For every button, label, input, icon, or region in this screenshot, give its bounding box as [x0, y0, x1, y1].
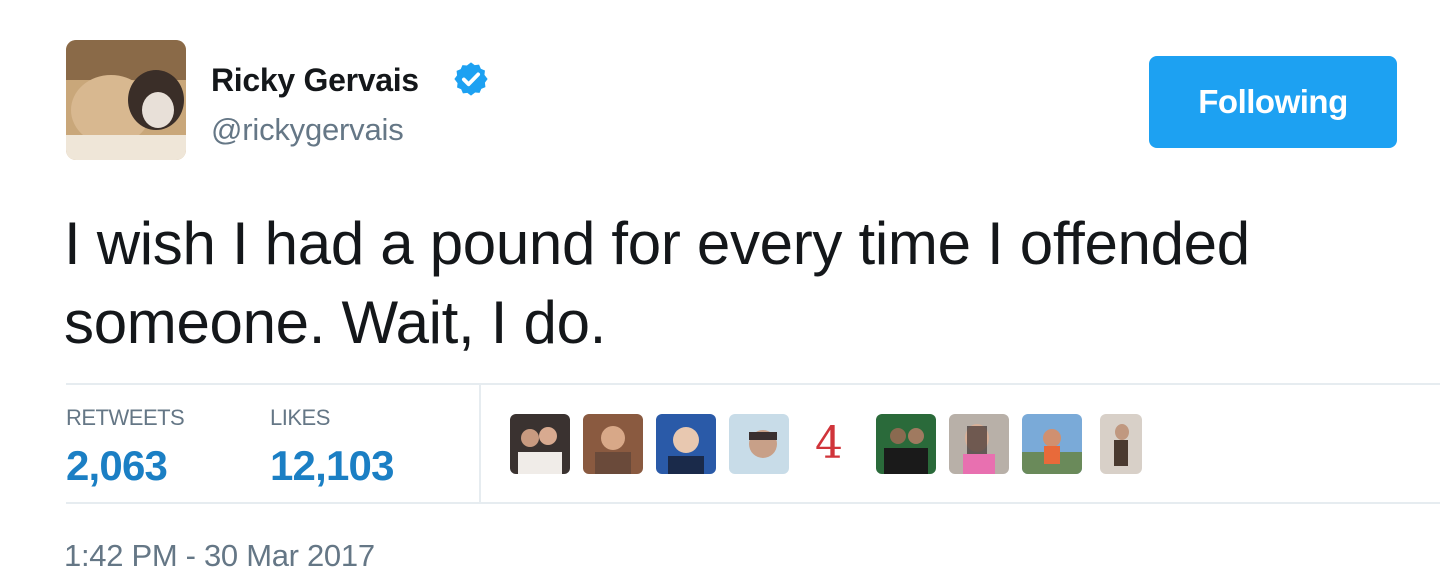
liker-avatar[interactable]	[583, 414, 643, 474]
liker-avatar[interactable]	[949, 414, 1009, 474]
likes-count: 12,103	[270, 442, 394, 489]
author-handle[interactable]: @rickygervais	[211, 112, 404, 148]
liker-avatar[interactable]	[510, 414, 570, 474]
liker-avatar[interactable]	[1100, 414, 1142, 474]
liker-avatar[interactable]	[729, 414, 789, 474]
likes-stat[interactable]: LIKES 12,103	[270, 404, 394, 488]
likes-label: LIKES	[270, 405, 330, 430]
retweets-label: RETWEETS	[66, 405, 185, 430]
liker-avatar[interactable]	[876, 414, 936, 474]
tweet-card: Ricky Gervais @rickygervais Following I …	[0, 0, 1440, 588]
liker-avatar[interactable]	[656, 414, 716, 474]
author-avatar[interactable]	[66, 40, 186, 160]
following-button[interactable]: Following	[1149, 56, 1397, 148]
tweet-text-line: someone. Wait, I do.	[64, 289, 607, 356]
verified-badge-icon	[454, 62, 488, 96]
tweet-text-line: I wish I had a pound for every time I of…	[64, 210, 1250, 277]
liker-avatar[interactable]	[1022, 414, 1082, 474]
divider	[66, 383, 1440, 385]
divider	[66, 502, 1440, 504]
liker-count-badge: 4	[815, 418, 843, 469]
retweets-count: 2,063	[66, 442, 168, 489]
retweets-stat[interactable]: RETWEETS 2,063	[66, 404, 185, 489]
author-display-name[interactable]: Ricky Gervais	[211, 62, 419, 99]
tweet-text: I wish I had a pound for every time I of…	[64, 204, 1440, 362]
tweet-timestamp[interactable]: 1:42 PM - 30 Mar 2017	[64, 538, 375, 574]
avatar-image	[66, 40, 186, 160]
vertical-divider	[479, 385, 481, 502]
